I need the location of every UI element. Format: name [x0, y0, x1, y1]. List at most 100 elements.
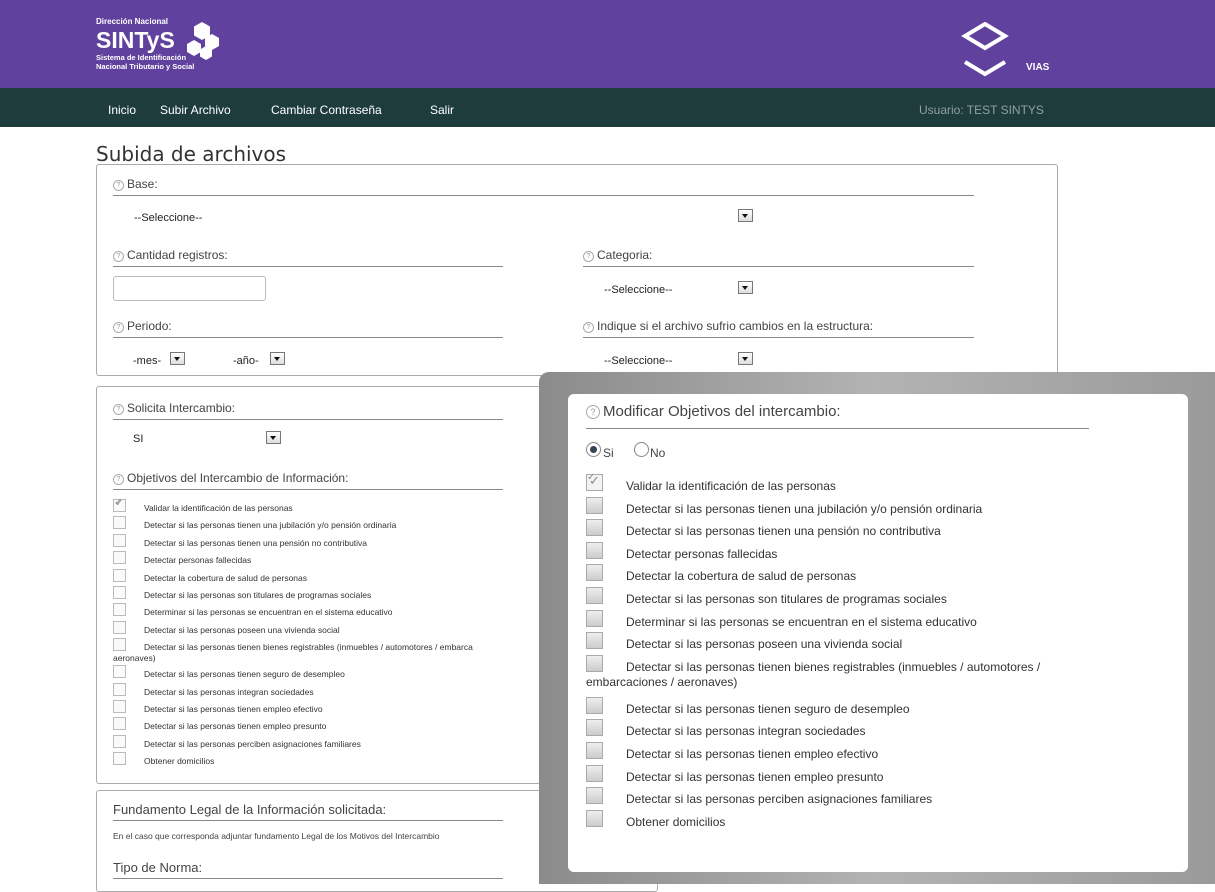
checklist-item-detectar-si-las-personas-son-titulares-d: Detectar si las personas son titulares d… — [113, 585, 573, 603]
vias-logo: VIAS — [955, 21, 1049, 84]
objetivo-checkbox[interactable] — [586, 496, 603, 514]
checklist-item-detectar-si-las-personas-son-titulares-d: Detectar si las personas son titulares d… — [586, 586, 1146, 610]
cantidad-input[interactable] — [113, 276, 266, 301]
nav-subir-archivo[interactable]: Subir Archivo — [160, 103, 231, 117]
radio-si[interactable] — [586, 442, 601, 457]
periodo-label: ? Periodo: — [113, 319, 172, 333]
nav-inicio[interactable]: Inicio — [108, 103, 136, 117]
vias-label: VIAS — [1026, 62, 1050, 73]
objetivo-label: Detectar personas fallecidas — [144, 555, 252, 566]
objetivo-checkbox[interactable] — [586, 609, 603, 627]
objetivo-label: Detectar si las personas integran socied… — [144, 686, 314, 697]
objetivo-checkbox[interactable] — [586, 564, 603, 582]
objetivo-checkbox[interactable] — [113, 533, 126, 547]
checklist-item-detectar-si-las-personas-integran-socied: Detectar si las personas integran socied… — [113, 682, 573, 700]
objetivo-checkbox[interactable] — [113, 717, 126, 731]
objetivo-checkbox[interactable] — [586, 473, 603, 491]
help-icon: ? — [586, 405, 600, 419]
radio-si-label: Si — [603, 446, 614, 460]
categoria-dropdown-arrow[interactable] — [738, 281, 753, 294]
nav-cambiar-contrasena[interactable]: Cambiar Contraseña — [271, 103, 382, 117]
objetivo-checkbox[interactable] — [113, 585, 126, 599]
objetivo-checkbox[interactable] — [586, 696, 603, 714]
objetivo-label: Detectar si las personas tienen bienes r… — [144, 642, 473, 653]
objetivo-checkbox[interactable] — [113, 603, 126, 617]
objetivo-label: Detectar si las personas integran socied… — [626, 724, 866, 739]
objetivo-checkbox[interactable] — [586, 787, 603, 805]
cantidad-label: ? Cantidad registros: — [113, 248, 228, 262]
categoria-label: ? Categoria: — [583, 248, 652, 262]
help-icon: ? — [113, 404, 124, 415]
objetivo-checkbox[interactable] — [586, 632, 603, 650]
objetivo-label: Validar la identificación de las persona… — [626, 479, 836, 493]
checklist-item-detectar-si-las-personas-tienen-empleo-p: Detectar si las personas tienen empleo p… — [586, 764, 1146, 788]
base-dropdown-arrow[interactable] — [738, 209, 753, 222]
objetivo-checkbox[interactable] — [586, 741, 603, 759]
objetivo-checkbox[interactable] — [586, 586, 603, 604]
objetivo-label: Obtener domicilios — [144, 756, 215, 767]
cambios-dropdown-arrow[interactable] — [738, 352, 753, 365]
objetivo-label: Detectar si las personas tienen una pens… — [626, 524, 941, 539]
objetivo-checkbox[interactable] — [113, 682, 126, 696]
vias-diamond-icon — [961, 21, 1009, 77]
objetivo-label: Obtener domicilios — [626, 814, 726, 829]
checklist-item-detectar-si-las-personas-perciben-asigna: Detectar si las personas perciben asigna… — [113, 734, 573, 752]
objetivo-checkbox[interactable] — [113, 699, 126, 713]
mes-dropdown-arrow[interactable] — [170, 352, 185, 365]
checklist-item-detectar-personas-fallecidas: Detectar personas fallecidas — [586, 541, 1146, 565]
logo-org-line: Dirección Nacional — [96, 17, 169, 26]
objetivo-checkbox[interactable] — [113, 620, 126, 634]
cambios-select[interactable]: --Seleccione-- — [604, 355, 672, 367]
objetivo-checkbox[interactable] — [586, 541, 603, 559]
checklist-item-detectar-si-las-personas-tienen-una-jubi: Detectar si las personas tienen una jubi… — [586, 496, 1146, 520]
checklist-item-determinar-si-las-personas-se-encuentran: Determinar si las personas se encuentran… — [113, 603, 573, 620]
objetivo-label: Detectar si las personas tienen una pens… — [144, 537, 368, 548]
checklist-item-detectar-si-las-personas-tienen-una-jubi: Detectar si las personas tienen una jubi… — [113, 516, 573, 533]
overlay-objetivos-checklist: Validar la identificación de las persona… — [586, 472, 1146, 832]
objetivo-label: Detectar si las personas son titulares d… — [626, 591, 947, 606]
objetivo-checkbox[interactable] — [113, 638, 126, 652]
radio-no[interactable] — [634, 442, 649, 457]
objetivo-checkbox[interactable] — [113, 551, 126, 565]
checklist-item-detectar-si-las-personas-tienen-seguro-d: Detectar si las personas tienen seguro d… — [113, 665, 573, 682]
checklist-item-detectar-si-las-personas-tienen-empleo-p: Detectar si las personas tienen empleo p… — [113, 717, 573, 734]
objetivo-checkbox[interactable] — [586, 519, 603, 537]
page-title: Subida de archivos — [96, 142, 287, 166]
objetivo-label: Detectar si las personas tienen empleo e… — [626, 746, 879, 761]
objetivo-checkbox[interactable] — [113, 568, 126, 582]
base-select[interactable]: --Seleccione-- — [134, 212, 202, 224]
categoria-select[interactable]: --Seleccione-- — [604, 284, 672, 296]
anio-select[interactable]: -año- — [233, 355, 259, 367]
checklist-item-detectar-si-las-personas-poseen-una-vivi: Detectar si las personas poseen una vivi… — [113, 620, 573, 638]
objetivo-checkbox[interactable] — [113, 516, 126, 530]
objetivo-checkbox[interactable] — [113, 752, 126, 766]
solicita-select[interactable]: SI — [133, 433, 143, 445]
checklist-item-detectar-si-las-personas-integran-socied: Detectar si las personas integran socied… — [586, 719, 1146, 742]
objetivo-label: Detectar personas fallecidas — [626, 546, 778, 561]
checklist-item-detectar-la-cobertura-de-salud-de-person: Detectar la cobertura de salud de person… — [113, 568, 573, 586]
help-icon: ? — [113, 474, 124, 485]
tipo-norma-label: Tipo de Norma: — [113, 860, 203, 875]
checklist-item-detectar-si-las-personas-poseen-una-vivi: Detectar si las personas poseen una vivi… — [586, 632, 1146, 655]
objetivo-checkbox[interactable] — [586, 719, 603, 737]
objetivo-label: Detectar si las personas perciben asigna… — [144, 738, 361, 749]
objetivo-checkbox[interactable] — [586, 809, 603, 827]
nav-salir[interactable]: Salir — [430, 103, 454, 117]
objetivo-checkbox[interactable] — [586, 654, 603, 672]
objetivo-label: Validar la identificación de las persona… — [144, 503, 293, 513]
overlay-title: ? Modificar Objetivos del intercambio: — [586, 403, 841, 420]
checklist-item-determinar-si-las-personas-se-encuentran: Determinar si las personas se encuentran… — [586, 609, 1146, 633]
objetivos-checklist: Validar la identificación de las persona… — [113, 497, 573, 769]
mes-select[interactable]: -mes- — [133, 355, 161, 367]
objetivo-checkbox[interactable] — [586, 764, 603, 782]
objetivo-label: Detectar si las personas poseen una vivi… — [144, 624, 340, 635]
checklist-item-validar-la-identificacion-de-las-persona: Validar la identificación de las persona… — [586, 472, 1146, 497]
anio-dropdown-arrow[interactable] — [270, 352, 285, 365]
hexagon-cluster-icon — [187, 22, 219, 60]
objetivo-checkbox[interactable] — [113, 498, 126, 512]
objetivo-label: Detectar la cobertura de salud de person… — [626, 569, 857, 584]
solicita-dropdown-arrow[interactable] — [266, 431, 281, 444]
objetivo-checkbox[interactable] — [113, 734, 126, 748]
objetivo-checkbox[interactable] — [113, 665, 126, 679]
objetivo-label: Detectar si las personas tienen una jubi… — [626, 501, 983, 516]
